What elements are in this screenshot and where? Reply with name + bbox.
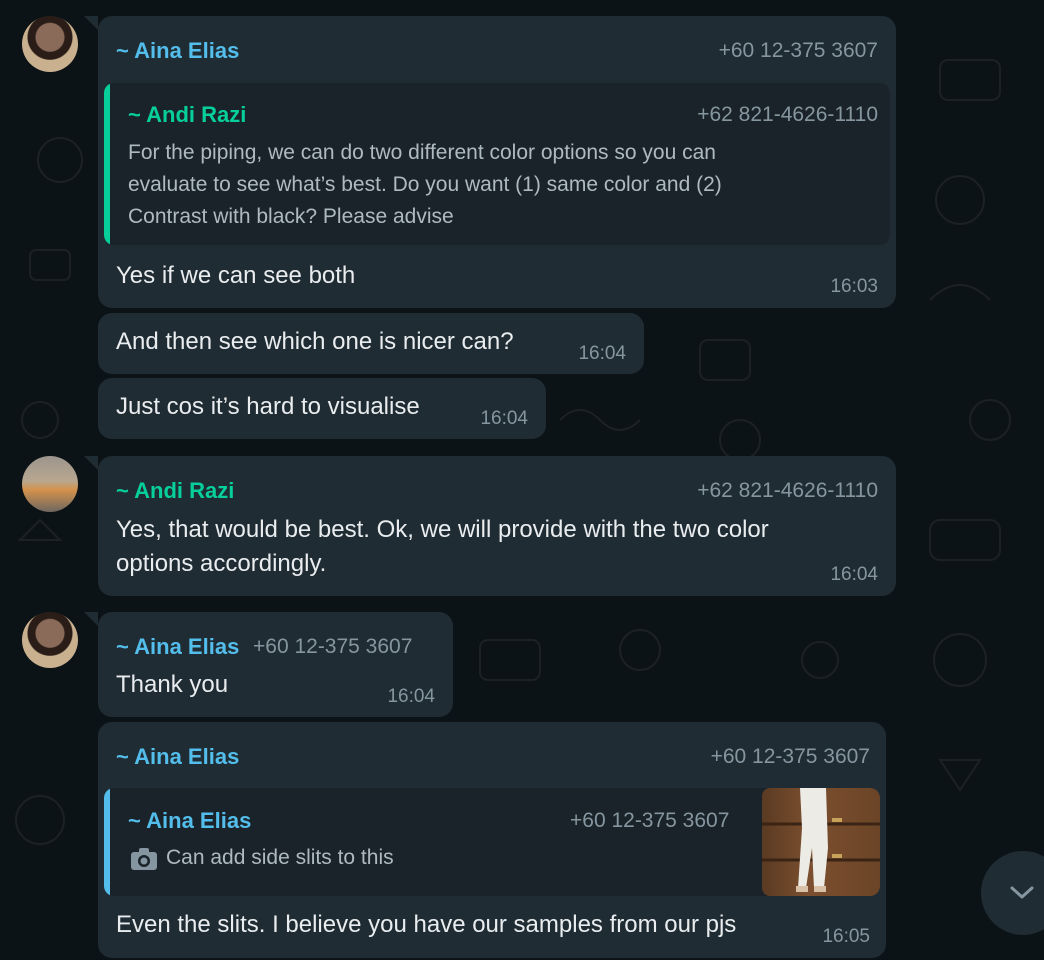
quoted-message[interactable]: ~ Aina Elias +60 12-375 3607 Can add sid… xyxy=(104,788,880,896)
message-time: 16:03 xyxy=(830,276,878,297)
avatar-andi-razi[interactable] xyxy=(22,456,78,512)
message-text-line: Yes, that would be best. Ok, we will pro… xyxy=(116,516,769,543)
sender-phone: +62 821-4626-1110 xyxy=(697,479,878,502)
message-bubble[interactable]: ~ Aina Elias +60 12-375 3607 ~ Aina Elia… xyxy=(98,722,886,958)
quoted-text: For the piping, we can do two different … xyxy=(128,137,878,233)
message-bubble[interactable]: And then see which one is nicer can? 16:… xyxy=(98,313,644,374)
message-time: 16:04 xyxy=(830,564,878,585)
quoted-text-line: Contrast with black? Please advise xyxy=(128,205,454,228)
message-bubble[interactable]: ~ Aina Elias +60 12-375 3607 Thank you 1… xyxy=(84,612,453,717)
sender-name[interactable]: ~ Andi Razi xyxy=(116,478,234,504)
quoted-sender-phone: +60 12-375 3607 xyxy=(570,809,730,832)
sender-phone: +60 12-375 3607 xyxy=(718,39,878,62)
message-text: And then see which one is nicer can? xyxy=(116,328,514,355)
quoted-text-line: evaluate to see what’s best. Do you want… xyxy=(128,173,722,196)
chevron-down-icon xyxy=(1010,886,1034,899)
message-time: 16:04 xyxy=(578,343,626,364)
sender-phone: +60 12-375 3607 xyxy=(710,745,870,768)
message-text: Yes, that would be best. Ok, we will pro… xyxy=(116,513,876,581)
message-bubble[interactable]: ~ Aina Elias +60 12-375 3607 ~ Andi Razi… xyxy=(84,16,896,308)
sender-name[interactable]: ~ Aina Elias xyxy=(116,744,239,770)
sender-name[interactable]: ~ Aina Elias xyxy=(116,634,239,660)
sender-name[interactable]: ~ Aina Elias xyxy=(116,38,239,64)
message-text: Thank you xyxy=(116,671,229,698)
quoted-text-line: For the piping, we can do two different … xyxy=(128,141,716,164)
message-time: 16:05 xyxy=(822,926,870,947)
avatar-aina-elias[interactable] xyxy=(22,16,78,72)
quote-accent-bar xyxy=(104,83,110,245)
message-text: Even the slits. I believe you have our s… xyxy=(116,911,737,938)
quoted-text: Can add side slits to this xyxy=(166,846,394,869)
message-bubble[interactable]: ~ Andi Razi +62 821-4626-1110 Yes, that … xyxy=(84,456,896,596)
message-time: 16:04 xyxy=(387,686,435,707)
message-text-line: options accordingly. xyxy=(116,550,327,577)
message-text: Just cos it’s hard to visualise xyxy=(116,393,420,420)
message-text: Yes if we can see both xyxy=(116,262,356,289)
camera-icon xyxy=(131,848,157,870)
quoted-photo-thumbnail[interactable] xyxy=(762,788,880,896)
sender-phone: +60 12-375 3607 xyxy=(253,635,413,658)
quoted-sender-phone: +62 821-4626-1110 xyxy=(697,103,878,126)
quote-accent-bar xyxy=(104,788,110,896)
message-bubble[interactable]: Just cos it’s hard to visualise 16:04 xyxy=(98,378,546,439)
avatar-aina-elias[interactable] xyxy=(22,612,78,668)
quoted-message[interactable]: ~ Andi Razi +62 821-4626-1110 For the pi… xyxy=(104,83,890,245)
message-time: 16:04 xyxy=(480,408,528,429)
quoted-sender-name: ~ Aina Elias xyxy=(128,808,252,833)
quoted-sender-name: ~ Andi Razi xyxy=(128,102,247,127)
